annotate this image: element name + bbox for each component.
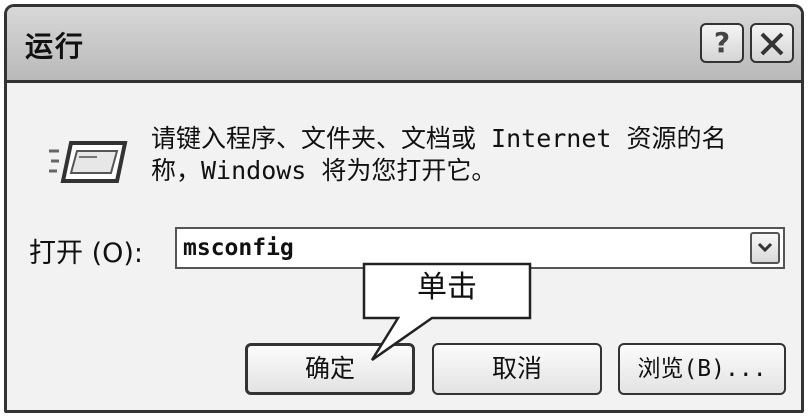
callout-annotation bbox=[362, 262, 532, 362]
callout-text: 单击 bbox=[417, 270, 477, 305]
